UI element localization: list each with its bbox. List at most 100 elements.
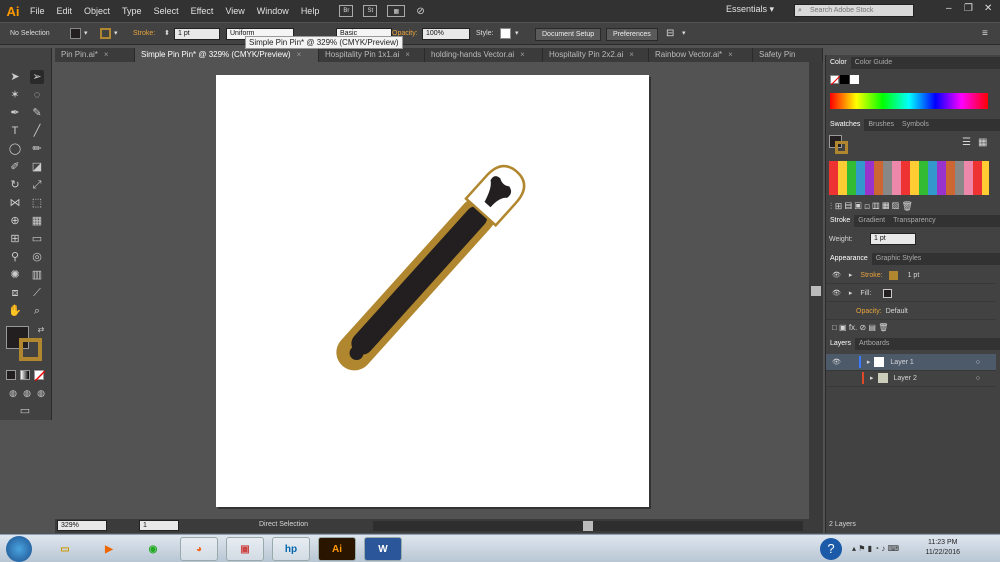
direct-selection-tool-icon[interactable]: ➢ [30,70,44,84]
zoom-tool-icon[interactable]: ⌕ [30,304,44,318]
menu-effect[interactable]: Effect [185,0,220,22]
stroke-weight-input[interactable]: 1 pt [870,233,916,245]
column-graph-icon[interactable]: ▥ [30,268,44,282]
appearance-row-fill[interactable]: 👁 ▸ Fill: [826,285,996,302]
chevron-down-icon[interactable]: ▾ [682,28,686,40]
stepper-icon[interactable]: ⬍ [164,28,170,40]
hand-tool-icon[interactable]: ✋ [8,304,22,318]
paintbrush-icon[interactable]: ✏ [30,142,44,156]
file-explorer-icon[interactable]: ▭ [46,537,84,561]
menu-edit[interactable]: Edit [51,0,79,22]
tab-brushes[interactable]: Brushes [864,119,898,131]
workspace-switcher[interactable]: Essentials ▾ [726,4,774,15]
chevron-down-icon[interactable]: ▾ [515,28,519,40]
swatch-stroke-indicator[interactable] [835,141,848,154]
menu-select[interactable]: Select [148,0,185,22]
pictures-icon[interactable]: ▣ [226,537,264,561]
tab-rainbow-vector[interactable]: Rainbow Vector.ai* × [649,48,753,62]
artboard-tool-icon[interactable]: ⧈ [8,286,22,300]
tab-hospitality-pin-1x1[interactable]: Hospitality Pin 1x1.ai × [319,48,425,62]
tab-color[interactable]: Color [826,57,851,69]
zoom-field[interactable]: 329% [57,520,107,531]
curvature-tool-icon[interactable]: ✎ [30,106,44,120]
system-tray-icon[interactable]: ▴ ⚑ ▮ ◔ ♪ ⌨ [852,544,899,553]
menu-file[interactable]: File [24,0,51,22]
tab-safety-pin[interactable]: Safety Pin [753,48,823,62]
tab-transparency[interactable]: Transparency [889,215,940,227]
media-player-icon[interactable]: ▶ [90,537,128,561]
pen-tool-icon[interactable]: ✒ [8,106,22,120]
arrange-documents-icon[interactable]: ▦ [387,5,406,17]
tab-graphic-styles[interactable]: Graphic Styles [872,253,926,265]
scroll-thumb[interactable] [583,521,593,531]
chevron-down-icon[interactable]: ▾ [114,28,118,40]
gpu-performance-icon[interactable]: ⊘ [416,6,424,17]
stroke-weight-field[interactable]: 1 pt [174,28,220,40]
none-mode-icon[interactable] [34,370,46,382]
tab-layers[interactable]: Layers [826,338,856,350]
pin-inner-body[interactable] [347,202,492,359]
minimize-icon[interactable]: – [946,3,952,14]
tab-symbols[interactable]: Symbols [898,119,933,131]
eyedropper-icon[interactable]: ⚲ [8,250,22,264]
hp-icon[interactable]: hp [272,537,310,561]
lasso-icon[interactable]: ◌ [30,88,44,102]
swap-colors-icon[interactable]: ⇄ [34,323,48,337]
menu-type[interactable]: Type [116,0,148,22]
blend-tool-icon[interactable]: ◎ [30,250,44,264]
preferences-button[interactable]: Preferences [606,28,658,41]
color-spectrum[interactable] [830,93,988,109]
mesh-tool-icon[interactable]: ⊞ [8,232,22,246]
stroke-color-box[interactable] [19,338,42,361]
start-button[interactable] [6,536,32,562]
firefox-icon[interactable]: ◕ [180,537,218,561]
swatch-grid[interactable] [829,161,989,195]
draw-behind-icon[interactable]: ◍ [20,386,34,400]
layer-row[interactable]: ▸ Layer 2 ○ [826,370,996,387]
help-icon[interactable]: ? [820,538,842,560]
draw-inside-icon[interactable]: ◍ [34,386,48,400]
none-swatch[interactable] [830,75,841,86]
rotate-tool-icon[interactable]: ↻ [8,178,22,192]
appearance-actions-icon[interactable]: □ ▣ fx. ⊘ ▤ 🗑 [832,323,888,332]
scale-tool-icon[interactable]: ⤢ [30,178,44,192]
draw-normal-icon[interactable]: ◍ [6,386,20,400]
chevron-down-icon[interactable]: ▾ [84,28,88,40]
width-tool-icon[interactable]: ⋈ [8,196,22,210]
gradient-tool-icon[interactable]: ▭ [30,232,44,246]
tab-stroke[interactable]: Stroke [826,215,855,227]
tab-swatches[interactable]: Swatches [826,119,865,131]
tab-appearance[interactable]: Appearance [826,253,872,265]
tab-pin-pin[interactable]: Pin Pin.ai* × [55,48,135,62]
perspective-grid-icon[interactable]: ▦ [30,214,44,228]
line-tool-icon[interactable]: ╱ [30,124,44,138]
stock-search-input[interactable]: ⌕ Search Adobe Stock [794,4,914,17]
stock-button[interactable]: St [363,5,378,17]
free-transform-icon[interactable]: ⬚ [30,196,44,210]
menu-view[interactable]: View [219,0,250,22]
symbol-sprayer-icon[interactable]: ✺ [8,268,22,282]
panel-menu-icon[interactable]: ≡ [982,28,988,40]
menu-help[interactable]: Help [295,0,326,22]
menu-window[interactable]: Window [251,0,295,22]
opacity-field[interactable]: 100% [422,28,470,40]
type-tool-icon[interactable]: T [8,124,22,138]
tab-gradient[interactable]: Gradient [854,215,889,227]
tab-color-guide[interactable]: Color Guide [851,57,896,69]
vertical-scrollbar[interactable] [809,62,823,519]
selection-tool-icon[interactable]: ➤ [8,70,22,84]
eraser-icon[interactable]: ◪ [30,160,44,174]
tab-hospitality-pin-2x2[interactable]: Hospitality Pin 2x2.ai × [543,48,649,62]
black-swatch[interactable] [840,75,849,84]
chrome-icon[interactable]: ◉ [134,537,172,561]
tab-artboards[interactable]: Artboards [855,338,893,350]
menu-object[interactable]: Object [78,0,116,22]
graphic-style-swatch[interactable] [500,28,511,39]
appearance-row-stroke[interactable]: 👁 ▸ Stroke: 1 pt [826,267,996,284]
swatch-libraries-icon[interactable]: ⫶ ⊞ ▤ ▣ ⊡ ▥ ▦ ▧ 🗑 [830,201,913,212]
horizontal-scrollbar[interactable] [373,521,803,531]
tab-simple-pin-pin[interactable]: Simple Pin Pin* @ 329% (CMYK/Preview) × [135,48,319,62]
grid-view-icon[interactable]: ▦ [978,137,987,148]
gradient-mode-icon[interactable] [20,370,30,380]
scroll-thumb[interactable] [811,286,821,296]
